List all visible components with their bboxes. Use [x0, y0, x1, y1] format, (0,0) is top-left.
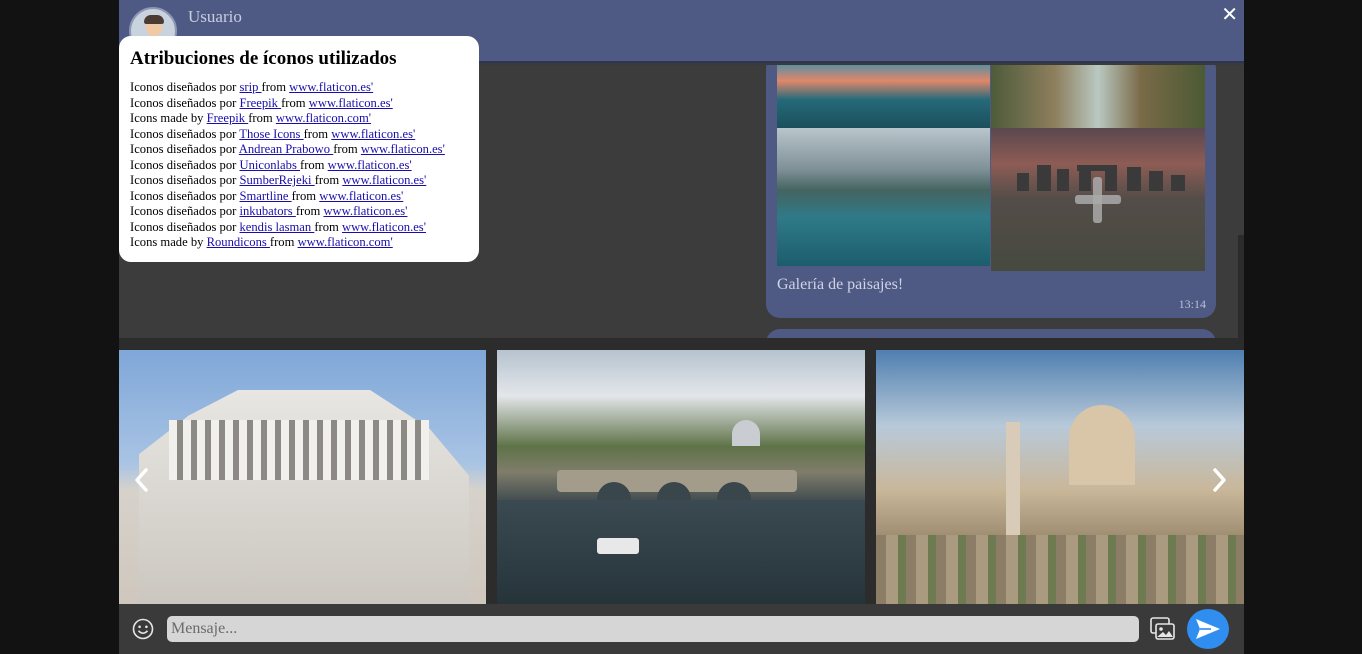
attribution-prefix: Iconos diseñados por: [130, 80, 240, 94]
attribution-from: from: [314, 173, 343, 187]
next-message-bubble: [766, 329, 1216, 338]
site-link[interactable]: www.flaticon.es': [319, 189, 403, 203]
message-composer: [119, 604, 1244, 654]
attribution-prefix: Icons made by: [130, 111, 207, 125]
attribution-prefix: Icons made by: [130, 235, 207, 249]
attribution-prefix: Iconos diseñados por: [130, 142, 239, 156]
plus-icon[interactable]: [1073, 175, 1123, 225]
attribution-prefix: Iconos diseñados por: [130, 204, 240, 218]
author-link[interactable]: Those Icons: [239, 127, 303, 141]
attribution-from: from: [248, 111, 276, 125]
attribution-prefix: Iconos diseñados por: [130, 157, 240, 172]
chevron-left-icon[interactable]: [126, 460, 156, 500]
site-link[interactable]: www.flaticon.es': [342, 220, 426, 234]
smiley-icon[interactable]: [132, 618, 154, 640]
site-link[interactable]: www.flaticon.es': [342, 173, 426, 187]
attribution-prefix: Iconos diseñados por: [130, 188, 240, 203]
attribution-line: Iconos diseñados por inkubators from www…: [130, 204, 468, 220]
attribution-line: Icons made by Roundicons from www.flatic…: [130, 235, 468, 251]
attribution-from: from: [269, 235, 298, 249]
attributions-title: Atribuciones de íconos utilizados: [130, 48, 397, 69]
send-button[interactable]: [1187, 609, 1229, 649]
river-shape: [497, 500, 865, 604]
attribution-line: Iconos diseñados por srip from www.flati…: [130, 80, 468, 96]
carousel-photo-vittoriano[interactable]: [119, 350, 486, 604]
boat-shape: [597, 538, 639, 554]
gallery-grid: [777, 65, 1205, 271]
gallery-image-river[interactable]: [991, 65, 1205, 128]
message-time: 13:14: [1178, 297, 1206, 311]
gallery-image-mountain-lake[interactable]: [777, 128, 990, 266]
attribution-line: Iconos diseñados por Uniconlabs from www…: [130, 158, 468, 174]
message-caption: Galería de paisajes!: [777, 276, 904, 293]
author-link[interactable]: inkubators: [239, 204, 295, 218]
column-shape: [1006, 422, 1020, 542]
author-link[interactable]: kendis lasman: [239, 220, 314, 234]
attributions-list: Iconos diseñados por srip from www.flati…: [130, 80, 468, 251]
attribution-prefix: Iconos diseñados por: [130, 126, 240, 141]
attribution-from: from: [303, 126, 332, 141]
image-gallery-message: Galería de paisajes! 13:14: [766, 65, 1216, 318]
username: Usuario: [188, 7, 242, 26]
site-link[interactable]: www.flaticon.es': [328, 158, 412, 172]
colonnade-shape: [169, 420, 429, 480]
attribution-from: from: [291, 188, 320, 203]
attribution-prefix: Iconos diseñados por: [130, 173, 240, 187]
author-link[interactable]: Freepik: [207, 111, 249, 125]
site-link[interactable]: www.flaticon.es': [289, 80, 373, 94]
author-link[interactable]: SumberRejeki: [239, 173, 314, 187]
author-link[interactable]: Uniconlabs: [239, 158, 300, 172]
site-link[interactable]: www.flaticon.es': [361, 142, 445, 156]
attribution-from: from: [300, 157, 328, 172]
attribution-line: Iconos diseñados por SumberRejeki from w…: [130, 173, 468, 189]
gallery-image-lake[interactable]: [777, 65, 990, 128]
chat-scrollbar[interactable]: [1238, 235, 1244, 338]
author-link[interactable]: srip: [239, 80, 261, 94]
site-link[interactable]: www.flaticon.es': [323, 204, 407, 218]
gallery-icon[interactable]: [1150, 617, 1176, 641]
attribution-line: Icons made by Freepik from www.flaticon.…: [130, 111, 468, 127]
message-input[interactable]: [167, 616, 1139, 642]
author-link[interactable]: Freepik: [239, 96, 281, 110]
attribution-line: Iconos diseñados por Freepik from www.fl…: [130, 96, 468, 112]
attribution-line: Iconos diseñados por Those Icons from ww…: [130, 127, 468, 143]
attribution-from: from: [314, 219, 342, 234]
carousel-photo-tiber-bridge[interactable]: [497, 350, 865, 604]
close-icon[interactable]: ✕: [1221, 2, 1238, 26]
site-link[interactable]: www.flaticon.com': [276, 111, 371, 125]
attribution-from: from: [281, 95, 309, 110]
attribution-from: from: [295, 204, 324, 218]
author-link[interactable]: Smartline: [239, 189, 291, 203]
ruins-shape: [876, 535, 1244, 604]
church-dome-shape: [1069, 405, 1135, 485]
site-link[interactable]: www.flaticon.es': [331, 127, 415, 141]
author-link[interactable]: Roundicons: [207, 235, 270, 249]
attribution-line: Iconos diseñados por kendis lasman from …: [130, 220, 468, 236]
site-link[interactable]: www.flaticon.es': [309, 96, 393, 110]
send-icon: [1196, 619, 1220, 639]
attribution-prefix: Iconos diseñados por: [130, 95, 240, 110]
attribution-line: Iconos diseñados por Smartline from www.…: [130, 189, 468, 205]
author-link[interactable]: Andrean Prabowo: [239, 142, 333, 156]
attribution-from: from: [333, 142, 361, 156]
avatar-hair: [144, 15, 164, 24]
chevron-right-icon[interactable]: [1205, 460, 1235, 500]
attribution-from: from: [261, 80, 290, 94]
site-link[interactable]: www.flaticon.com': [298, 235, 393, 249]
attribution-prefix: Iconos diseñados por: [130, 219, 240, 234]
attribution-line: Iconos diseñados por Andrean Prabowo fro…: [130, 142, 468, 158]
carousel-photo-trajan-forum[interactable]: [876, 350, 1244, 604]
dome-shape: [732, 420, 760, 446]
attributions-popup: Atribuciones de íconos utilizados Iconos…: [119, 36, 479, 262]
image-carousel: [119, 338, 1244, 604]
